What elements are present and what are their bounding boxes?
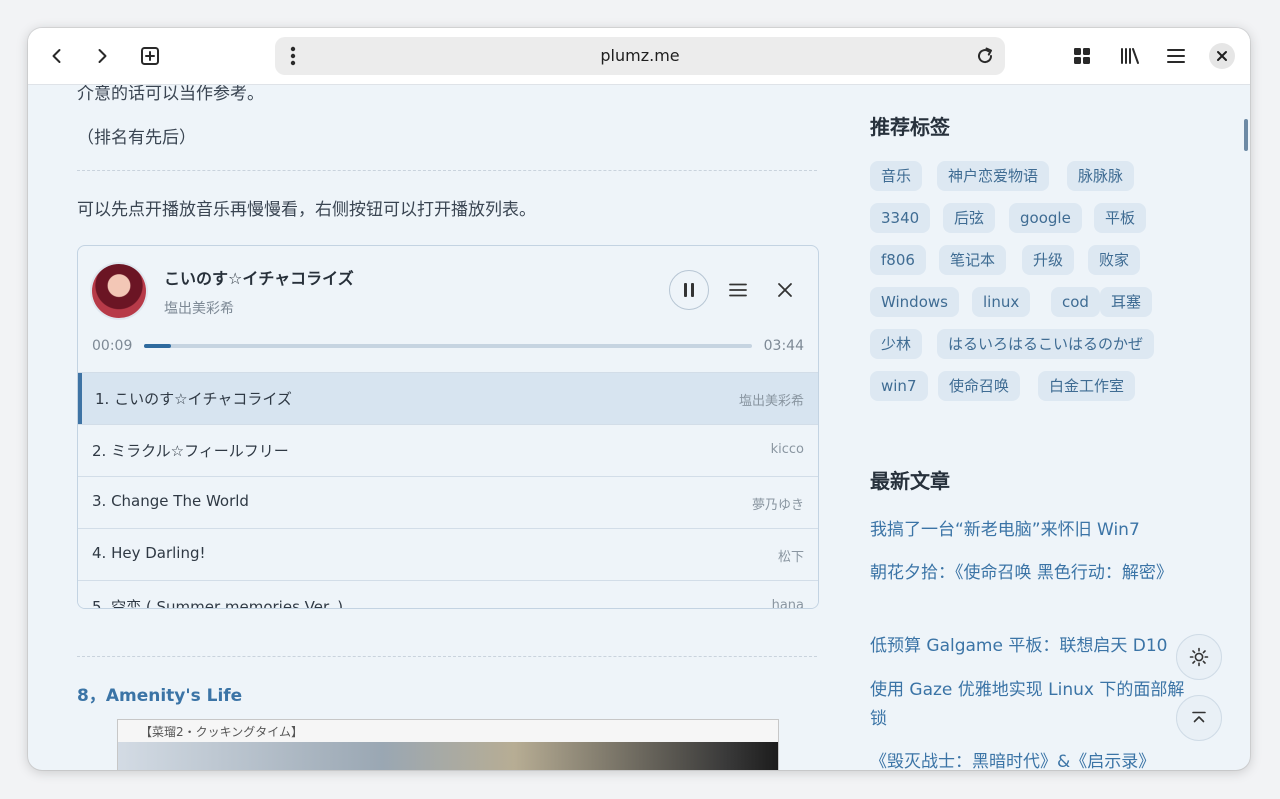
progress-fill (144, 344, 172, 348)
tag[interactable]: win7 (870, 371, 928, 401)
article-link[interactable]: 《毁灭战士：黑暗时代》&《启示录》 (870, 748, 1188, 770)
tag[interactable]: Windows (870, 287, 959, 317)
now-playing-title: こいのす☆イチャコライズ (164, 269, 354, 288)
pause-icon (684, 283, 694, 297)
playlist-item[interactable]: 3. Change The World 夢乃ゆき (78, 476, 818, 529)
tag[interactable]: 音乐 (870, 161, 923, 191)
album-cover (92, 264, 146, 318)
playlist-item[interactable]: 1. こいのす☆イチャコライズ 塩出美彩希 (78, 372, 818, 425)
playlist-item-title: 3. Change The World (92, 492, 249, 510)
game-screenshot: 【菜瑠2・クッキングタイム】 (117, 719, 779, 770)
playlist-item-artist: 夢乃ゆき (751, 498, 804, 513)
article-link[interactable]: 使用 Gaze 优雅地实现 Linux 下的面部解锁 (870, 676, 1188, 734)
music-player: こいのす☆イチャコライズ 塩出美彩希 00:09 03:44 1. こいのす☆イ… (77, 245, 819, 609)
divider (77, 170, 817, 171)
hamburger-icon (1167, 49, 1185, 63)
sun-icon (1189, 647, 1209, 667)
tag[interactable]: 使命召唤 (938, 371, 1021, 401)
chevron-right-icon (98, 49, 107, 63)
tag[interactable]: 升级 (1022, 245, 1075, 275)
chevron-left-icon (52, 49, 61, 63)
pause-button[interactable] (669, 270, 709, 310)
article-link[interactable]: 低预算 Galgame 平板：联想启天 D10 (870, 632, 1188, 661)
tag[interactable]: 脉脉脉 (1067, 161, 1135, 191)
intro-text: 介意的话可以当作参考。 (77, 85, 264, 104)
tag[interactable]: 笔记本 (939, 245, 1007, 275)
tag[interactable]: 白金工作室 (1038, 371, 1136, 401)
grid-icon (1074, 48, 1090, 64)
playlist-item-title: 5. 空恋 ( Summer memories Ver. ) (92, 598, 344, 609)
tag[interactable]: 神户恋爱物语 (937, 161, 1050, 191)
playlist-item-artist: 塩出美彩希 (738, 394, 804, 409)
screenshot-image (118, 742, 778, 770)
tag[interactable]: f806 (870, 245, 926, 275)
arrow-up-icon (1192, 711, 1206, 723)
tag[interactable]: 败家 (1088, 245, 1141, 275)
playlist-item[interactable]: 4. Hey Darling! 松下 (78, 528, 818, 581)
tag[interactable]: 平板 (1094, 203, 1147, 233)
main-menu-button[interactable] (1160, 40, 1192, 72)
list-icon (729, 283, 747, 297)
divider (77, 656, 817, 657)
time-total: 03:44 (763, 338, 804, 354)
tag[interactable]: はるいろはるこいはるのかぜ (937, 329, 1155, 359)
tag[interactable]: 耳塞 (1100, 287, 1153, 317)
reload-icon (978, 47, 993, 64)
theme-toggle-button[interactable] (1176, 634, 1222, 680)
address-bar[interactable]: plumz.me (275, 37, 1005, 75)
playlist-item[interactable]: 5. 空恋 ( Summer memories Ver. ) hana (78, 580, 818, 609)
page-scrollbar[interactable] (1244, 119, 1248, 151)
browser-window: plumz.me 介意的话可以当作参考。 （排名有先后） 可以先点开播放音乐再慢… (28, 28, 1250, 770)
playlist-item-title: 2. ミラクル☆フィールフリー (92, 442, 289, 460)
rank-note: （排名有先后） (77, 128, 196, 148)
plus-square-icon (141, 47, 159, 65)
tag[interactable]: 少林 (870, 329, 923, 359)
screenshot-title: 【菜瑠2・クッキングタイム】 (140, 725, 304, 739)
forward-button[interactable] (86, 40, 118, 72)
library-button[interactable] (1114, 40, 1146, 72)
close-icon (1217, 51, 1227, 61)
library-icon (1121, 48, 1139, 64)
page-content: 介意的话可以当作参考。 （排名有先后） 可以先点开播放音乐再慢慢看，右侧按钮可以… (28, 85, 1250, 770)
playlist-item-artist: kicco (770, 442, 804, 457)
tab-overview-button[interactable] (1066, 40, 1098, 72)
url-text[interactable]: plumz.me (275, 37, 1005, 75)
close-icon (778, 283, 792, 297)
new-tab-button[interactable] (134, 40, 166, 72)
time-current: 00:09 (92, 338, 133, 354)
playlist-item[interactable]: 2. ミラクル☆フィールフリー kicco (78, 424, 818, 477)
now-playing-artist: 塩出美彩希 (164, 301, 234, 317)
browser-toolbar: plumz.me (28, 28, 1250, 85)
back-button[interactable] (41, 40, 73, 72)
article-link[interactable]: 朝花夕拾：《使命召唤 黑色行动：解密》 (870, 559, 1188, 588)
tags-heading: 推荐标签 (870, 115, 950, 139)
playlist-item-title: 4. Hey Darling! (92, 544, 206, 562)
player-close-button[interactable] (772, 277, 798, 303)
tag[interactable]: cod (1051, 287, 1100, 317)
play-tip: 可以先点开播放音乐再慢慢看，右侧按钮可以打开播放列表。 (77, 200, 536, 220)
article-link[interactable]: 我搞了一台“新老电脑”来怀旧 Win7 (870, 516, 1188, 545)
playlist-item-title: 1. こいのす☆イチャコライズ (95, 390, 292, 408)
reload-button[interactable] (969, 40, 1001, 72)
screenshot-titlebar: 【菜瑠2・クッキングタイム】 (118, 720, 778, 743)
window-close-button[interactable] (1209, 43, 1235, 69)
section-heading[interactable]: 8，Amenity's Life (77, 681, 242, 706)
playlist-toggle-button[interactable] (725, 277, 751, 303)
tag[interactable]: linux (972, 287, 1031, 317)
back-to-top-button[interactable] (1176, 695, 1222, 741)
playlist-item-artist: 松下 (777, 550, 804, 565)
articles-heading: 最新文章 (870, 469, 950, 493)
progress-track[interactable] (144, 344, 752, 348)
playlist-item-artist: hana (771, 598, 804, 609)
tag[interactable]: google (1009, 203, 1082, 233)
tag[interactable]: 后弦 (943, 203, 996, 233)
tag[interactable]: 3340 (870, 203, 931, 233)
